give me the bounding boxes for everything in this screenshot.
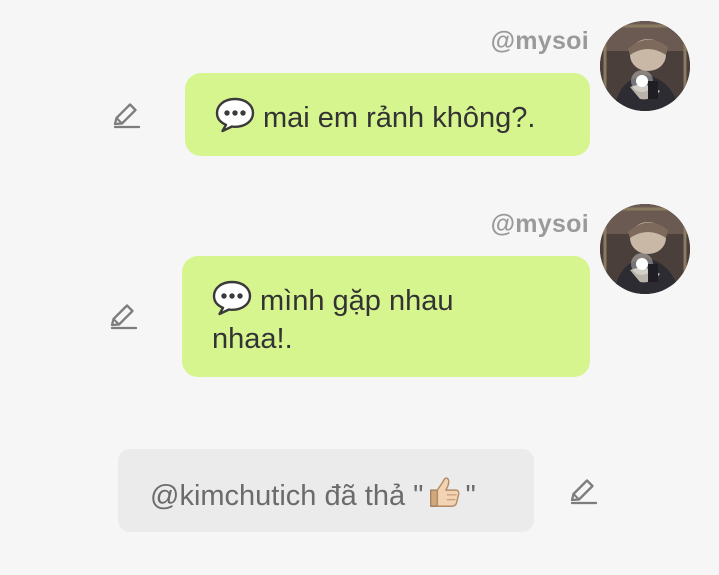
message-text: mai em rảnh không?. — [263, 102, 536, 134]
thumbs-up-icon — [425, 473, 463, 511]
message-bubble[interactable]: mai em rảnh không?. — [185, 73, 590, 156]
message-username[interactable]: @mysoi — [491, 210, 589, 239]
speech-balloon-icon — [215, 97, 255, 133]
message-username[interactable]: @mysoi — [491, 27, 589, 56]
avatar-image — [600, 21, 690, 111]
speech-balloon-icon — [212, 280, 252, 316]
edit-icon[interactable] — [108, 301, 138, 331]
edit-icon[interactable] — [568, 476, 598, 506]
avatar[interactable] — [600, 21, 690, 111]
avatar[interactable] — [600, 204, 690, 294]
reaction-text: @kimchutich đã thả " — [150, 480, 424, 512]
reaction-notice: @kimchutich đã thả " " — [118, 449, 534, 532]
reaction-text-end: " — [465, 480, 476, 512]
avatar-image — [600, 204, 690, 294]
message-bubble[interactable]: mình gặp nhau nhaa!. — [182, 256, 590, 377]
edit-icon[interactable] — [111, 100, 141, 130]
